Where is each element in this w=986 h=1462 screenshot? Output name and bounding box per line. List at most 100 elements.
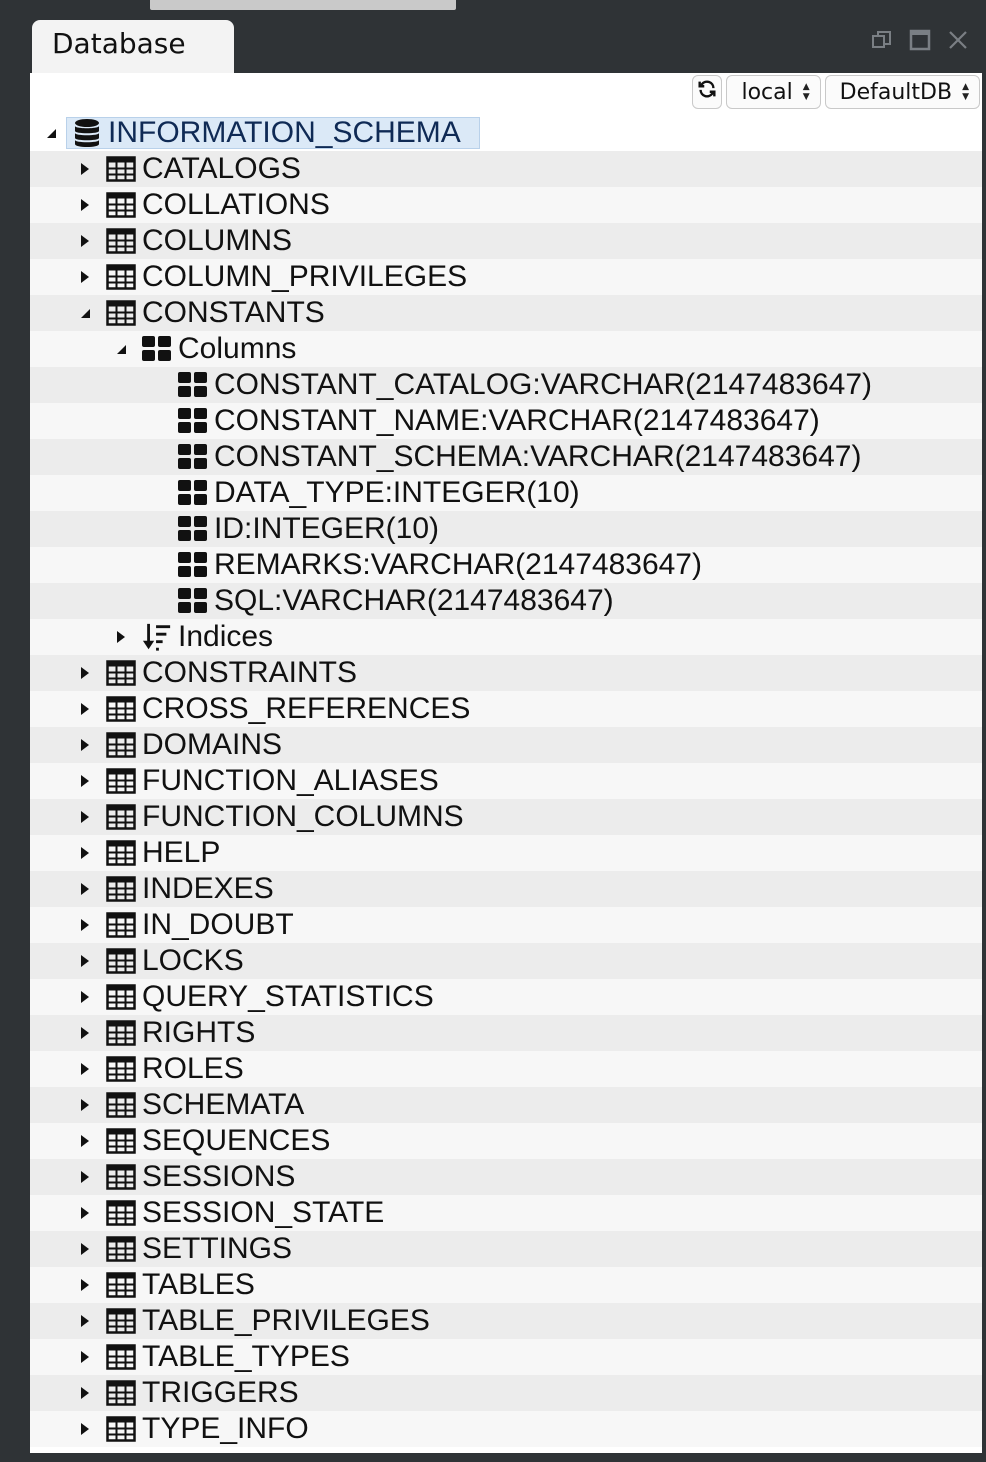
- collapsed-triangle-icon[interactable]: [78, 1422, 92, 1436]
- tree-item-label: Columns: [178, 332, 297, 365]
- collapsed-triangle-icon[interactable]: [78, 1026, 92, 1040]
- maximize-icon[interactable]: [908, 28, 932, 52]
- tree-item[interactable]: INDEXES: [30, 871, 982, 907]
- collapsed-triangle-icon[interactable]: [78, 810, 92, 824]
- collapsed-triangle-icon[interactable]: [78, 1062, 92, 1076]
- collapsed-triangle-icon[interactable]: [114, 630, 128, 644]
- collapsed-triangle-icon[interactable]: [78, 1134, 92, 1148]
- collapsed-triangle-icon[interactable]: [78, 1170, 92, 1184]
- tree-item[interactable]: CATALOGS: [30, 151, 982, 187]
- refresh-button[interactable]: [692, 75, 723, 109]
- collapsed-triangle-icon[interactable]: [78, 774, 92, 788]
- restore-icon[interactable]: [870, 28, 894, 52]
- tree-item-label: CONSTRAINTS: [142, 656, 358, 689]
- tree-item[interactable]: SQL:VARCHAR(2147483647): [30, 583, 982, 619]
- tree-item-label: CONSTANT_CATALOG:VARCHAR(2147483647): [214, 368, 872, 401]
- collapsed-triangle-icon[interactable]: [78, 738, 92, 752]
- collapsed-triangle-icon[interactable]: [78, 270, 92, 284]
- window-controls: [870, 28, 970, 52]
- collapsed-triangle-icon[interactable]: [78, 1242, 92, 1256]
- tree-item[interactable]: Columns: [30, 331, 982, 367]
- table-icon: [106, 1378, 136, 1408]
- collapsed-triangle-icon[interactable]: [78, 882, 92, 896]
- connection-select[interactable]: local ▲ ▼: [726, 75, 821, 109]
- expanded-triangle-icon[interactable]: [114, 342, 128, 356]
- tree-item-label: HELP: [142, 836, 221, 869]
- tree-item[interactable]: ROLES: [30, 1051, 982, 1087]
- collapsed-triangle-icon[interactable]: [78, 1386, 92, 1400]
- expanded-triangle-icon[interactable]: [78, 306, 92, 320]
- tree-item[interactable]: HELP: [30, 835, 982, 871]
- tree-item[interactable]: SEQUENCES: [30, 1123, 982, 1159]
- tree-item[interactable]: LOCKS: [30, 943, 982, 979]
- tree-item-label: RIGHTS: [142, 1016, 256, 1049]
- tree-item[interactable]: CONSTANT_NAME:VARCHAR(2147483647): [30, 403, 982, 439]
- collapsed-triangle-icon[interactable]: [78, 1278, 92, 1292]
- tree-item[interactable]: REMARKS:VARCHAR(2147483647): [30, 547, 982, 583]
- tree-item-label: DOMAINS: [142, 728, 283, 761]
- tree-item[interactable]: FUNCTION_COLUMNS: [30, 799, 982, 835]
- tree-item[interactable]: TABLE_PRIVILEGES: [30, 1303, 982, 1339]
- collapsed-triangle-icon[interactable]: [78, 234, 92, 248]
- collapsed-triangle-icon[interactable]: [78, 1314, 92, 1328]
- tree-item[interactable]: COLUMNS: [30, 223, 982, 259]
- tree-item[interactable]: SESSIONS: [30, 1159, 982, 1195]
- tree-item[interactable]: CROSS_REFERENCES: [30, 691, 982, 727]
- tree-item[interactable]: SETTINGS: [30, 1231, 982, 1267]
- tree-item-label: COLLATIONS: [142, 188, 330, 221]
- tree-item[interactable]: CONSTANTS: [30, 295, 982, 331]
- toolbar: local ▲ ▼ DefaultDB ▲ ▼: [692, 75, 980, 111]
- table-icon: [106, 694, 136, 724]
- collapsed-triangle-icon[interactable]: [78, 1350, 92, 1364]
- column-icon: [178, 478, 208, 508]
- tree-item[interactable]: CONSTRAINTS: [30, 655, 982, 691]
- tree-root-schema[interactable]: INFORMATION_SCHEMA: [30, 115, 982, 151]
- collapsed-triangle-icon[interactable]: [78, 846, 92, 860]
- expanded-triangle-icon[interactable]: [44, 126, 58, 140]
- column-icon: [178, 442, 208, 472]
- collapsed-triangle-icon[interactable]: [78, 666, 92, 680]
- tree-item[interactable]: ID:INTEGER(10): [30, 511, 982, 547]
- collapsed-triangle-icon[interactable]: [78, 198, 92, 212]
- schema-tree: INFORMATION_SCHEMA CATALOGS COLLATIONS COLU…: [30, 115, 982, 1447]
- tree-item-label: IN_DOUBT: [142, 908, 294, 941]
- collapsed-triangle-icon[interactable]: [78, 1206, 92, 1220]
- tree-item[interactable]: TABLE_TYPES: [30, 1339, 982, 1375]
- collapsed-triangle-icon[interactable]: [78, 990, 92, 1004]
- tree-item-label: SESSION_STATE: [142, 1196, 385, 1229]
- tree-item-label: TYPE_INFO: [142, 1412, 309, 1445]
- close-icon[interactable]: [946, 28, 970, 52]
- tree-item[interactable]: SCHEMATA: [30, 1087, 982, 1123]
- tree-item[interactable]: DOMAINS: [30, 727, 982, 763]
- tree-item-label: SETTINGS: [142, 1232, 293, 1265]
- collapsed-triangle-icon[interactable]: [78, 162, 92, 176]
- tree-item[interactable]: TABLES: [30, 1267, 982, 1303]
- tab-database[interactable]: Database: [32, 20, 234, 74]
- table-icon: [106, 1162, 136, 1192]
- database-value: DefaultDB: [839, 79, 953, 105]
- tree-item[interactable]: IN_DOUBT: [30, 907, 982, 943]
- tree-item-label: TABLE_PRIVILEGES: [142, 1304, 430, 1337]
- tree-item[interactable]: COLUMN_PRIVILEGES: [30, 259, 982, 295]
- tree-item[interactable]: RIGHTS: [30, 1015, 982, 1051]
- tree-item[interactable]: CONSTANT_SCHEMA:VARCHAR(2147483647): [30, 439, 982, 475]
- collapsed-triangle-icon[interactable]: [78, 954, 92, 968]
- tree-item[interactable]: SESSION_STATE: [30, 1195, 982, 1231]
- database-select[interactable]: DefaultDB ▲ ▼: [824, 75, 980, 109]
- table-icon: [106, 982, 136, 1012]
- table-icon: [106, 802, 136, 832]
- collapsed-triangle-icon[interactable]: [78, 918, 92, 932]
- tree-item[interactable]: TYPE_INFO: [30, 1411, 982, 1447]
- tree-item[interactable]: Indices: [30, 619, 982, 655]
- tree-item[interactable]: FUNCTION_ALIASES: [30, 763, 982, 799]
- tree-item[interactable]: QUERY_STATISTICS: [30, 979, 982, 1015]
- tree-item[interactable]: DATA_TYPE:INTEGER(10): [30, 475, 982, 511]
- collapsed-triangle-icon[interactable]: [78, 702, 92, 716]
- tree-item-label: CONSTANT_SCHEMA:VARCHAR(2147483647): [214, 440, 862, 473]
- tree-item[interactable]: CONSTANT_CATALOG:VARCHAR(2147483647): [30, 367, 982, 403]
- tree-item[interactable]: COLLATIONS: [30, 187, 982, 223]
- collapsed-triangle-icon[interactable]: [78, 1098, 92, 1112]
- tab-title: Database: [52, 27, 186, 60]
- tree-item[interactable]: TRIGGERS: [30, 1375, 982, 1411]
- column-icon: [178, 550, 208, 580]
